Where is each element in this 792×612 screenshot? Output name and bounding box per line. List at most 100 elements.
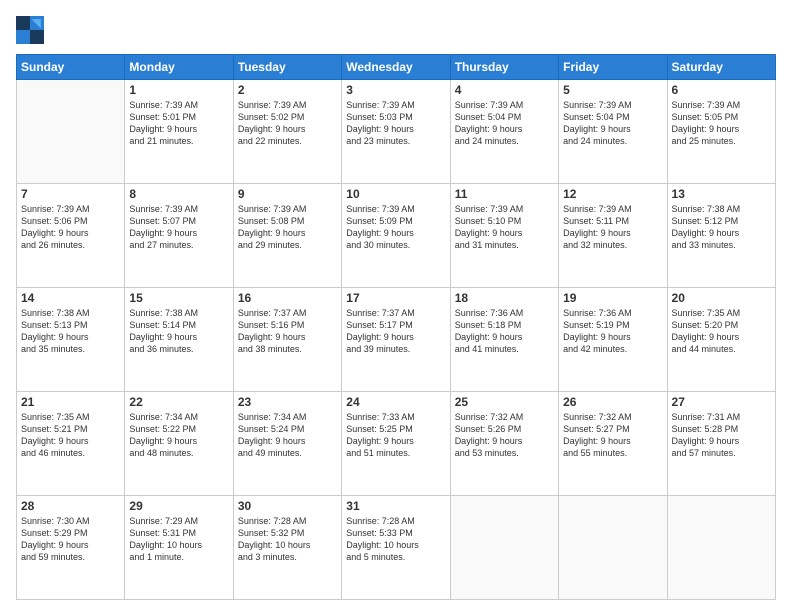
day-number: 18 — [455, 291, 554, 305]
calendar-cell: 4 Sunrise: 7:39 AM Sunset: 5:04 PM Daylig… — [450, 80, 558, 184]
day-number: 7 — [21, 187, 120, 201]
calendar-cell: 23 Sunrise: 7:34 AM Sunset: 5:24 PM Dayli… — [233, 392, 341, 496]
calendar-cell: 22Sunrise: 7:34 AM Sunset: 5:22 PM Dayli… — [125, 392, 233, 496]
day-info: Sunrise: 7:37 AM Sunset: 5:16 PM Dayligh… — [238, 307, 337, 356]
day-info: Sunrise: 7:39 AM Sunset: 5:01 PM Dayligh… — [129, 99, 228, 148]
day-info: Sunrise: 7:29 AM Sunset: 5:31 PM Dayligh… — [129, 515, 228, 564]
day-number: 14 — [21, 291, 120, 305]
day-info: Sunrise: 7:39 AM Sunset: 5:06 PM Dayligh… — [21, 203, 120, 252]
day-info: Sunrise: 7:37 AM Sunset: 5:17 PM Dayligh… — [346, 307, 445, 356]
day-number: 9 — [238, 187, 337, 201]
day-info: Sunrise: 7:39 AM Sunset: 5:09 PM Dayligh… — [346, 203, 445, 252]
calendar-cell: 30 Sunrise: 7:28 AM Sunset: 5:32 PM Dayli… — [233, 496, 341, 600]
day-info: Sunrise: 7:39 AM Sunset: 5:02 PM Dayligh… — [238, 99, 337, 148]
calendar-cell: 29 Sunrise: 7:29 AM Sunset: 5:31 PM Dayli… — [125, 496, 233, 600]
calendar-cell — [559, 496, 667, 600]
day-number: 20 — [672, 291, 771, 305]
calendar-cell: 12 Sunrise: 7:39 AM Sunset: 5:11 PM Dayli… — [559, 184, 667, 288]
day-number: 15 — [129, 291, 228, 305]
day-info: Sunrise: 7:34 AM Sunset: 5:24 PM Dayligh… — [238, 411, 337, 460]
calendar-cell: 20 Sunrise: 7:35 AM Sunset: 5:20 PM Dayli… — [667, 288, 775, 392]
calendar-cell: 10 Sunrise: 7:39 AM Sunset: 5:09 PM Dayli… — [342, 184, 450, 288]
day-number: 26 — [563, 395, 662, 409]
day-number: 13 — [672, 187, 771, 201]
week-row-2: 7 Sunrise: 7:39 AM Sunset: 5:06 PM Daylig… — [17, 184, 776, 288]
day-info: Sunrise: 7:38 AM Sunset: 5:14 PM Dayligh… — [129, 307, 228, 356]
day-number: 12 — [563, 187, 662, 201]
day-number: 8 — [129, 187, 228, 201]
logo-icon — [16, 16, 44, 44]
day-info: Sunrise: 7:36 AM Sunset: 5:18 PM Dayligh… — [455, 307, 554, 356]
day-number: 30 — [238, 499, 337, 513]
day-number: 5 — [563, 83, 662, 97]
day-info: Sunrise: 7:39 AM Sunset: 5:05 PM Dayligh… — [672, 99, 771, 148]
weekday-friday: Friday — [559, 55, 667, 80]
day-info: Sunrise: 7:39 AM Sunset: 5:04 PM Dayligh… — [455, 99, 554, 148]
calendar-cell: 26 Sunrise: 7:32 AM Sunset: 5:27 PM Dayli… — [559, 392, 667, 496]
day-number: 6 — [672, 83, 771, 97]
day-info: Sunrise: 7:39 AM Sunset: 5:10 PM Dayligh… — [455, 203, 554, 252]
calendar-cell: 31 Sunrise: 7:28 AM Sunset: 5:33 PM Dayli… — [342, 496, 450, 600]
calendar-cell: 18 Sunrise: 7:36 AM Sunset: 5:18 PM Dayli… — [450, 288, 558, 392]
calendar-cell: 27Sunrise: 7:31 AM Sunset: 5:28 PM Dayli… — [667, 392, 775, 496]
day-number: 27 — [672, 395, 771, 409]
calendar-table: SundayMondayTuesdayWednesdayThursdayFrid… — [16, 54, 776, 600]
day-info: Sunrise: 7:33 AM Sunset: 5:25 PM Dayligh… — [346, 411, 445, 460]
calendar-cell: 7 Sunrise: 7:39 AM Sunset: 5:06 PM Daylig… — [17, 184, 125, 288]
day-number: 21 — [21, 395, 120, 409]
calendar-cell: 3Sunrise: 7:39 AM Sunset: 5:03 PM Daylig… — [342, 80, 450, 184]
calendar-cell: 16 Sunrise: 7:37 AM Sunset: 5:16 PM Dayli… — [233, 288, 341, 392]
day-number: 24 — [346, 395, 445, 409]
day-info: Sunrise: 7:28 AM Sunset: 5:32 PM Dayligh… — [238, 515, 337, 564]
day-info: Sunrise: 7:32 AM Sunset: 5:26 PM Dayligh… — [455, 411, 554, 460]
week-row-4: 21 Sunrise: 7:35 AM Sunset: 5:21 PM Dayli… — [17, 392, 776, 496]
day-info: Sunrise: 7:32 AM Sunset: 5:27 PM Dayligh… — [563, 411, 662, 460]
calendar-cell: 21 Sunrise: 7:35 AM Sunset: 5:21 PM Dayli… — [17, 392, 125, 496]
day-number: 11 — [455, 187, 554, 201]
calendar-cell: 17 Sunrise: 7:37 AM Sunset: 5:17 PM Dayli… — [342, 288, 450, 392]
day-number: 29 — [129, 499, 228, 513]
day-info: Sunrise: 7:30 AM Sunset: 5:29 PM Dayligh… — [21, 515, 120, 564]
day-number: 19 — [563, 291, 662, 305]
day-number: 25 — [455, 395, 554, 409]
day-info: Sunrise: 7:39 AM Sunset: 5:08 PM Dayligh… — [238, 203, 337, 252]
calendar-cell: 8 Sunrise: 7:39 AM Sunset: 5:07 PM Daylig… — [125, 184, 233, 288]
weekday-sunday: Sunday — [17, 55, 125, 80]
day-info: Sunrise: 7:36 AM Sunset: 5:19 PM Dayligh… — [563, 307, 662, 356]
calendar-cell: 9 Sunrise: 7:39 AM Sunset: 5:08 PM Daylig… — [233, 184, 341, 288]
day-number: 23 — [238, 395, 337, 409]
weekday-tuesday: Tuesday — [233, 55, 341, 80]
day-number: 31 — [346, 499, 445, 513]
week-row-5: 28 Sunrise: 7:30 AM Sunset: 5:29 PM Dayli… — [17, 496, 776, 600]
weekday-header-row: SundayMondayTuesdayWednesdayThursdayFrid… — [17, 55, 776, 80]
week-row-3: 14 Sunrise: 7:38 AM Sunset: 5:13 PM Dayli… — [17, 288, 776, 392]
day-number: 4 — [455, 83, 554, 97]
calendar-cell: 15 Sunrise: 7:38 AM Sunset: 5:14 PM Dayli… — [125, 288, 233, 392]
day-info: Sunrise: 7:39 AM Sunset: 5:07 PM Dayligh… — [129, 203, 228, 252]
day-info: Sunrise: 7:39 AM Sunset: 5:11 PM Dayligh… — [563, 203, 662, 252]
calendar-cell: 14 Sunrise: 7:38 AM Sunset: 5:13 PM Dayli… — [17, 288, 125, 392]
day-number: 1 — [129, 83, 228, 97]
day-info: Sunrise: 7:38 AM Sunset: 5:13 PM Dayligh… — [21, 307, 120, 356]
calendar-cell: 24 Sunrise: 7:33 AM Sunset: 5:25 PM Dayli… — [342, 392, 450, 496]
calendar-cell — [450, 496, 558, 600]
calendar-cell: 19 Sunrise: 7:36 AM Sunset: 5:19 PM Dayli… — [559, 288, 667, 392]
weekday-saturday: Saturday — [667, 55, 775, 80]
logo — [16, 16, 48, 44]
day-number: 2 — [238, 83, 337, 97]
calendar-cell: 25 Sunrise: 7:32 AM Sunset: 5:26 PM Dayli… — [450, 392, 558, 496]
calendar-cell: 13 Sunrise: 7:38 AM Sunset: 5:12 PM Dayli… — [667, 184, 775, 288]
calendar-cell: 1 Sunrise: 7:39 AM Sunset: 5:01 PM Daylig… — [125, 80, 233, 184]
day-info: Sunrise: 7:35 AM Sunset: 5:21 PM Dayligh… — [21, 411, 120, 460]
weekday-wednesday: Wednesday — [342, 55, 450, 80]
day-number: 28 — [21, 499, 120, 513]
day-info: Sunrise: 7:38 AM Sunset: 5:12 PM Dayligh… — [672, 203, 771, 252]
day-number: 10 — [346, 187, 445, 201]
calendar-cell: 5Sunrise: 7:39 AM Sunset: 5:04 PM Daylig… — [559, 80, 667, 184]
calendar-cell: 2 Sunrise: 7:39 AM Sunset: 5:02 PM Daylig… — [233, 80, 341, 184]
day-number: 16 — [238, 291, 337, 305]
day-number: 3 — [346, 83, 445, 97]
day-info: Sunrise: 7:28 AM Sunset: 5:33 PM Dayligh… — [346, 515, 445, 564]
day-info: Sunrise: 7:35 AM Sunset: 5:20 PM Dayligh… — [672, 307, 771, 356]
day-number: 17 — [346, 291, 445, 305]
